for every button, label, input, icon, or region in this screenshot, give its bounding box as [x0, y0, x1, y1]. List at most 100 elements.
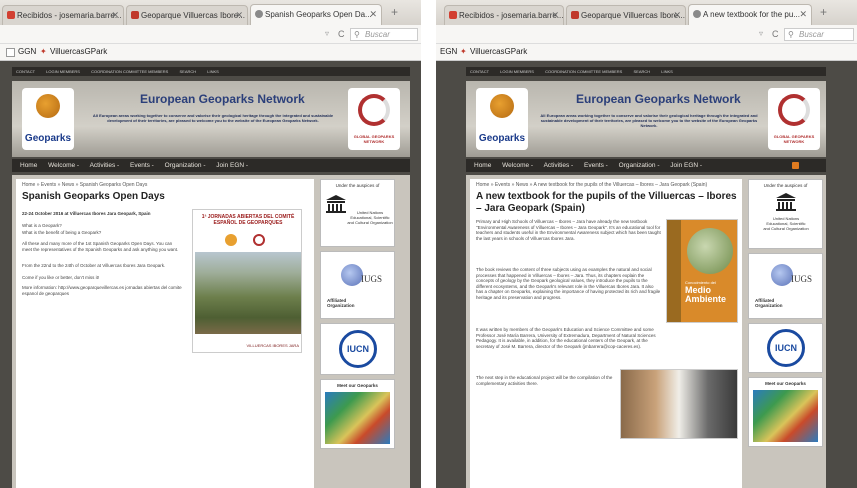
top-link[interactable]: CONTACT	[470, 69, 489, 74]
iucn-logo: IUCN	[339, 330, 377, 368]
iugs-box[interactable]: IUGS Affiliated Organization	[748, 253, 823, 319]
content-area: Home » Events » News » Spanish Geoparks …	[12, 175, 410, 488]
dropdown-arrow-icon[interactable]: ▿	[759, 29, 763, 38]
bookmark-villuercas[interactable]: VilluercasGPark	[470, 44, 527, 60]
menu-item-welcome[interactable]: Welcome -	[48, 162, 79, 169]
content-area: Home » Events » News » A new textbook fo…	[466, 175, 826, 488]
menu-item-organization[interactable]: Organization -	[619, 162, 660, 169]
ggn-logo[interactable]: GLOBAL GEOPARKS NETWORK	[348, 88, 400, 150]
menu-item-home[interactable]: Home	[20, 162, 37, 169]
top-link[interactable]: SEARCH	[179, 69, 196, 74]
paragraph: What is the benefit of being a Geopark?	[22, 230, 102, 235]
website: CONTACT LOGIN MEMBERS COORDINATION COMMI…	[436, 61, 857, 488]
ggn-text: GLOBAL GEOPARKS NETWORK	[353, 134, 395, 144]
map-box[interactable]: Meet our Geoparks	[748, 377, 823, 447]
new-tab-icon[interactable]: +	[820, 5, 827, 19]
tab-active[interactable]: Spanish Geoparks Open Da... ✕	[250, 4, 382, 25]
article-dateline: 22-24 October 2016 at Villuercas Ibores …	[22, 211, 151, 216]
site-description: All European areas working together to c…	[540, 113, 758, 128]
tab-active[interactable]: A new textbook for the pu... ✕	[688, 4, 812, 25]
paragraph: What is a Geopark?	[22, 223, 62, 228]
ggn-logo[interactable]: GLOBAL GEOPARKS NETWORK	[768, 88, 820, 150]
photo-presentation[interactable]	[620, 369, 738, 439]
map-box[interactable]: Meet our Geoparks	[320, 379, 395, 449]
cover-image	[687, 228, 733, 274]
unesco-caption: Under the auspices of	[763, 183, 808, 188]
reload-icon[interactable]: C	[338, 29, 345, 39]
top-link[interactable]: LOGIN MEMBERS	[500, 69, 534, 74]
paragraph: More information: http://www.geoparquevi…	[22, 285, 182, 296]
reload-icon[interactable]: C	[772, 29, 779, 39]
unesco-text: United Nations Educational, Scientific a…	[763, 216, 809, 231]
menu-item-home[interactable]: Home	[474, 162, 491, 169]
close-icon[interactable]: ✕	[369, 5, 377, 24]
tab-gmail[interactable]: Recibidos - josemaria.barre... ✕	[2, 5, 124, 25]
browser-window-right: Recibidos - josemaria.barre... ✕ Geoparq…	[436, 0, 857, 488]
event-poster[interactable]: 1ª JORNADAS ABIERTAS DEL COMITÉ ESPAÑOL …	[192, 209, 302, 353]
breadcrumb[interactable]: Home » Events » News » Spanish Geoparks …	[22, 182, 147, 188]
sidebar: Under the auspices of United Nations Edu…	[320, 179, 395, 488]
top-link-bar: CONTACT LOGIN MEMBERS COORDINATION COMMI…	[466, 67, 826, 76]
close-icon[interactable]: ✕	[235, 6, 243, 25]
article: Home » Events » News » Spanish Geoparks …	[16, 179, 314, 488]
egn-logo-small	[225, 234, 237, 246]
bookmarks-bar: EGN ✦ VilluercasGPark	[436, 44, 857, 61]
europe-map[interactable]	[753, 390, 818, 442]
egn-logo[interactable]: Geoparks	[476, 88, 528, 150]
page-icon	[6, 48, 15, 57]
close-icon[interactable]: ✕	[799, 5, 807, 24]
new-tab-icon[interactable]: +	[391, 5, 398, 19]
menu-item-join[interactable]: Join EGN -	[216, 162, 248, 169]
breadcrumb[interactable]: Home » Events » News » A new textbook fo…	[476, 182, 738, 188]
egn-icon	[255, 10, 263, 18]
top-link[interactable]: LOGIN MEMBERS	[46, 69, 80, 74]
search-input[interactable]: ⚲ Buscar	[784, 28, 854, 41]
top-link[interactable]: COORDINATION COMMITTEE MEMBERS	[545, 69, 622, 74]
bookmark-egn[interactable]: EGN	[440, 44, 457, 60]
menu-item-events[interactable]: Events -	[130, 162, 154, 169]
rss-icon[interactable]	[792, 162, 799, 169]
menu-item-join[interactable]: Join EGN -	[670, 162, 702, 169]
main-menu: Home Welcome - Activities - Events - Org…	[466, 159, 826, 172]
top-link[interactable]: COORDINATION COMMITTEE MEMBERS	[91, 69, 168, 74]
top-link[interactable]: LINKS	[661, 69, 673, 74]
unesco-text: United Nations Educational, Scientific a…	[347, 210, 393, 225]
article-title: Spanish Geoparks Open Days	[22, 191, 165, 202]
egn-icon	[693, 10, 701, 18]
menu-item-activities[interactable]: Activities -	[90, 162, 120, 169]
unesco-box[interactable]: Under the auspices of United Nations Edu…	[748, 179, 823, 249]
dropdown-arrow-icon[interactable]: ▿	[325, 29, 329, 38]
close-icon[interactable]: ✕	[673, 6, 681, 25]
top-link[interactable]: CONTACT	[16, 69, 35, 74]
egn-logo[interactable]: Geoparks	[22, 88, 74, 150]
search-icon: ⚲	[354, 30, 360, 39]
poster-title: 1ª JORNADAS ABIERTAS DEL COMITÉ ESPAÑOL …	[201, 214, 295, 226]
menu-item-organization[interactable]: Organization -	[165, 162, 206, 169]
menu-item-activities[interactable]: Activities -	[544, 162, 574, 169]
bookmark-villuercas[interactable]: VilluercasGPark	[50, 44, 107, 60]
sidebar: Under the auspices of United Nations Edu…	[748, 179, 823, 488]
tab-geoparque[interactable]: Geoparque Villuercas Ibore... ✕	[126, 5, 248, 25]
close-icon[interactable]: ✕	[551, 6, 559, 25]
bookmark-ggn[interactable]: GGN	[18, 44, 36, 60]
globe-icon	[36, 94, 60, 118]
bookmarks-bar: GGN ✦ VilluercasGPark	[0, 44, 421, 61]
ggn-logo-small	[253, 234, 265, 246]
top-link[interactable]: SEARCH	[633, 69, 650, 74]
unesco-box[interactable]: Under the auspices of United Nations Edu…	[320, 179, 395, 247]
close-icon[interactable]: ✕	[111, 6, 119, 25]
textbook-cover[interactable]: Conocimiento del Medio Ambiente	[666, 219, 738, 323]
menu-item-welcome[interactable]: Welcome -	[502, 162, 533, 169]
search-input[interactable]: ⚲ Buscar	[350, 28, 418, 41]
search-placeholder: Buscar	[799, 30, 824, 39]
menu-item-events[interactable]: Events -	[584, 162, 608, 169]
website: CONTACT LOGIN MEMBERS COORDINATION COMMI…	[0, 61, 421, 488]
iucn-box[interactable]: IUCN	[748, 323, 823, 373]
europe-map[interactable]	[325, 392, 390, 444]
iucn-box[interactable]: IUCN	[320, 323, 395, 375]
ggn-text: GLOBAL GEOPARKS NETWORK	[773, 134, 815, 144]
tab-geoparque[interactable]: Geoparque Villuercas Ibore... ✕	[566, 5, 686, 25]
top-link[interactable]: LINKS	[207, 69, 219, 74]
iugs-box[interactable]: IUGS Affiliated Organization	[320, 251, 395, 319]
tab-gmail[interactable]: Recibidos - josemaria.barre... ✕	[444, 5, 564, 25]
